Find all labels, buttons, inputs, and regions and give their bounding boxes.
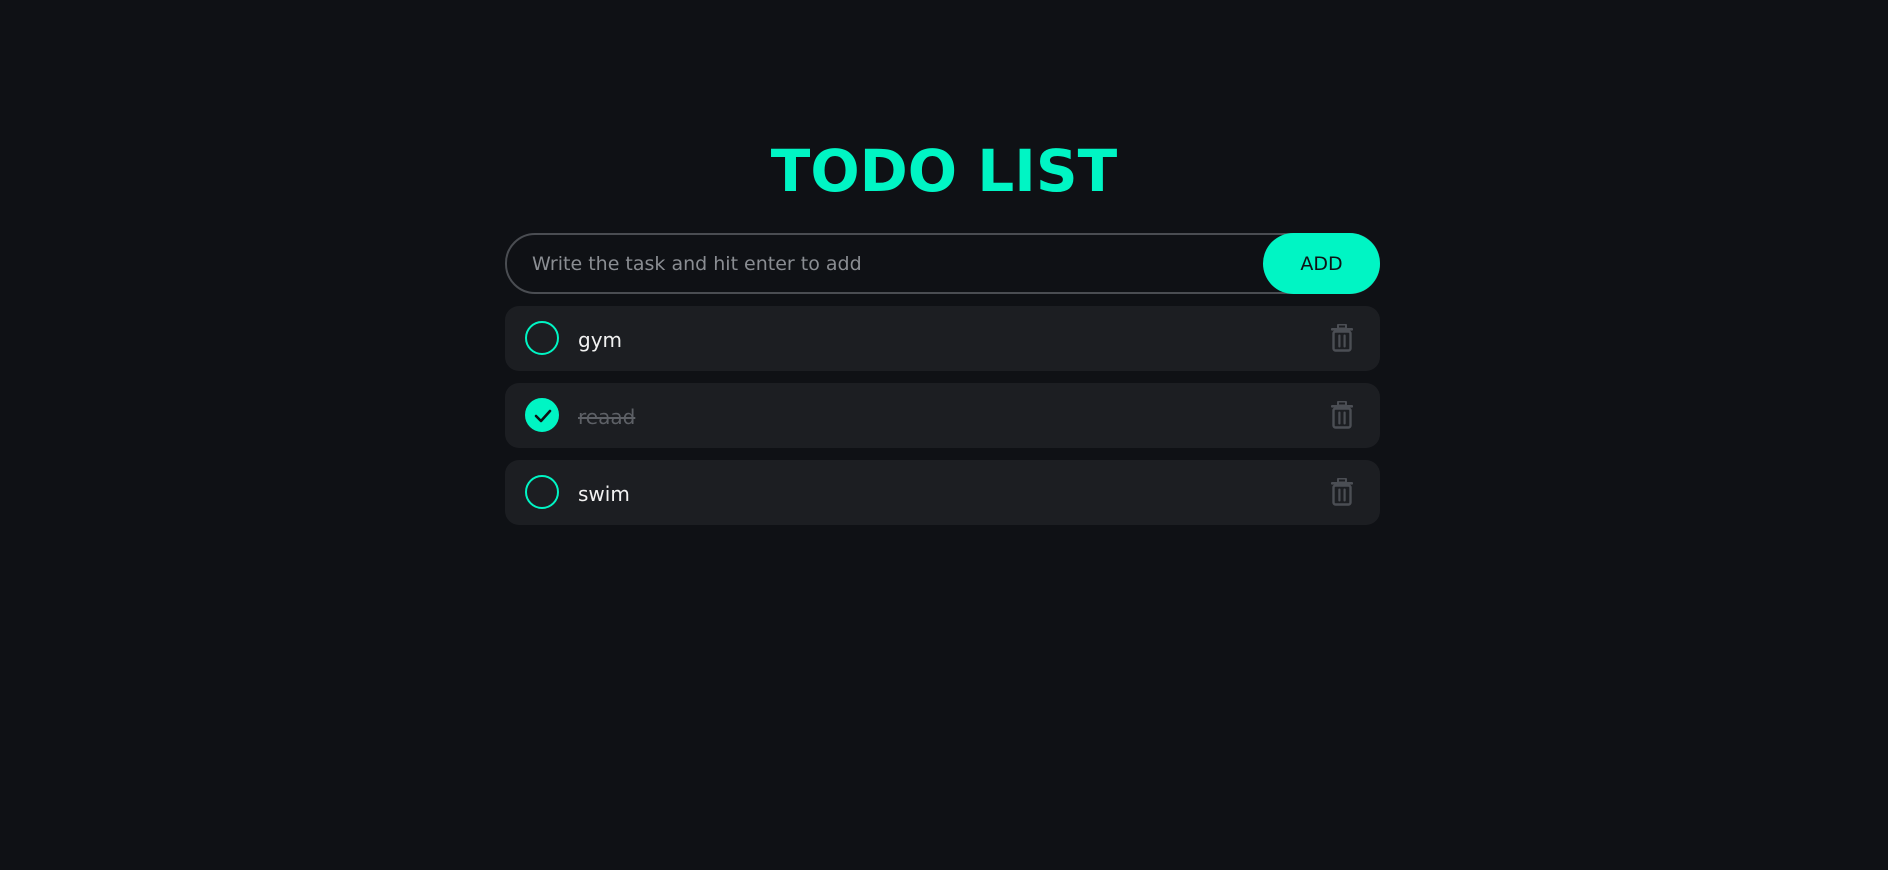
checkmark-icon	[534, 409, 552, 423]
trash-icon[interactable]	[1330, 400, 1354, 429]
trash-icon[interactable]	[1330, 323, 1354, 352]
todo-item-swim: swim	[505, 460, 1380, 525]
task-composer: ADD	[505, 233, 1380, 294]
todo-app: TODO LIST ADD gym	[0, 0, 1888, 870]
todo-text: gym	[578, 328, 623, 352]
complete-toggle[interactable]	[525, 321, 559, 355]
complete-toggle[interactable]	[525, 475, 559, 509]
trash-icon[interactable]	[1330, 477, 1354, 506]
todo-list: gym reaad swim	[505, 306, 1380, 537]
add-button[interactable]: ADD	[1263, 233, 1380, 294]
todo-item-gym: gym	[505, 306, 1380, 371]
todo-item-reaad: reaad	[505, 383, 1380, 448]
task-input[interactable]	[505, 233, 1380, 294]
page-title: TODO LIST	[770, 137, 1118, 205]
todo-text: swim	[578, 482, 630, 506]
todo-text: reaad	[578, 405, 636, 429]
complete-toggle[interactable]	[525, 398, 559, 432]
